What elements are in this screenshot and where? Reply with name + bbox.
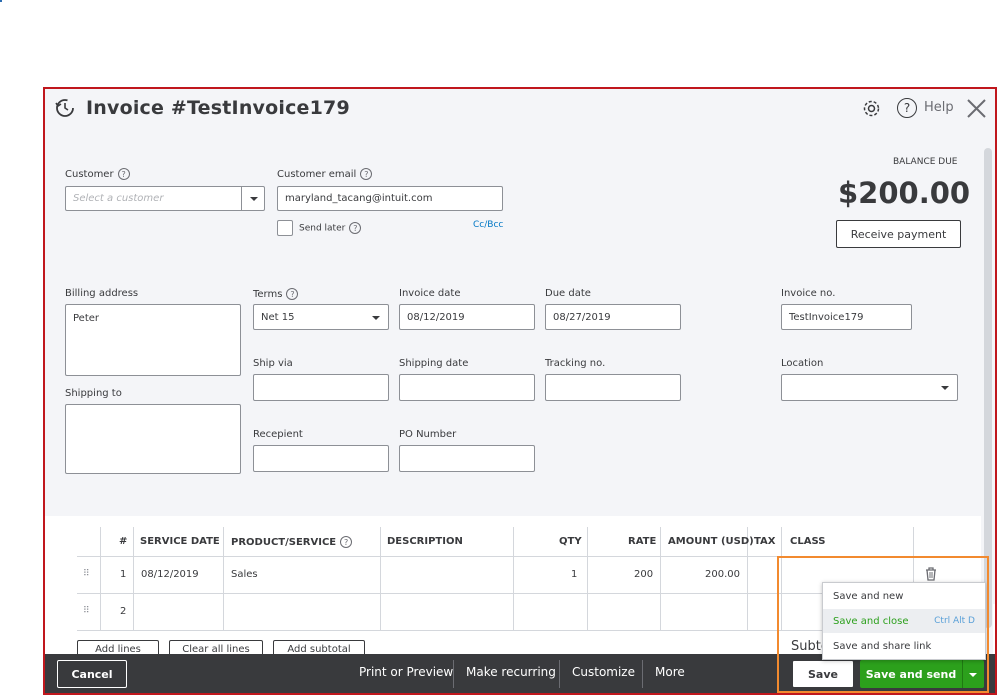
corner-mark	[0, 0, 2, 2]
save-area-highlight	[777, 556, 989, 693]
